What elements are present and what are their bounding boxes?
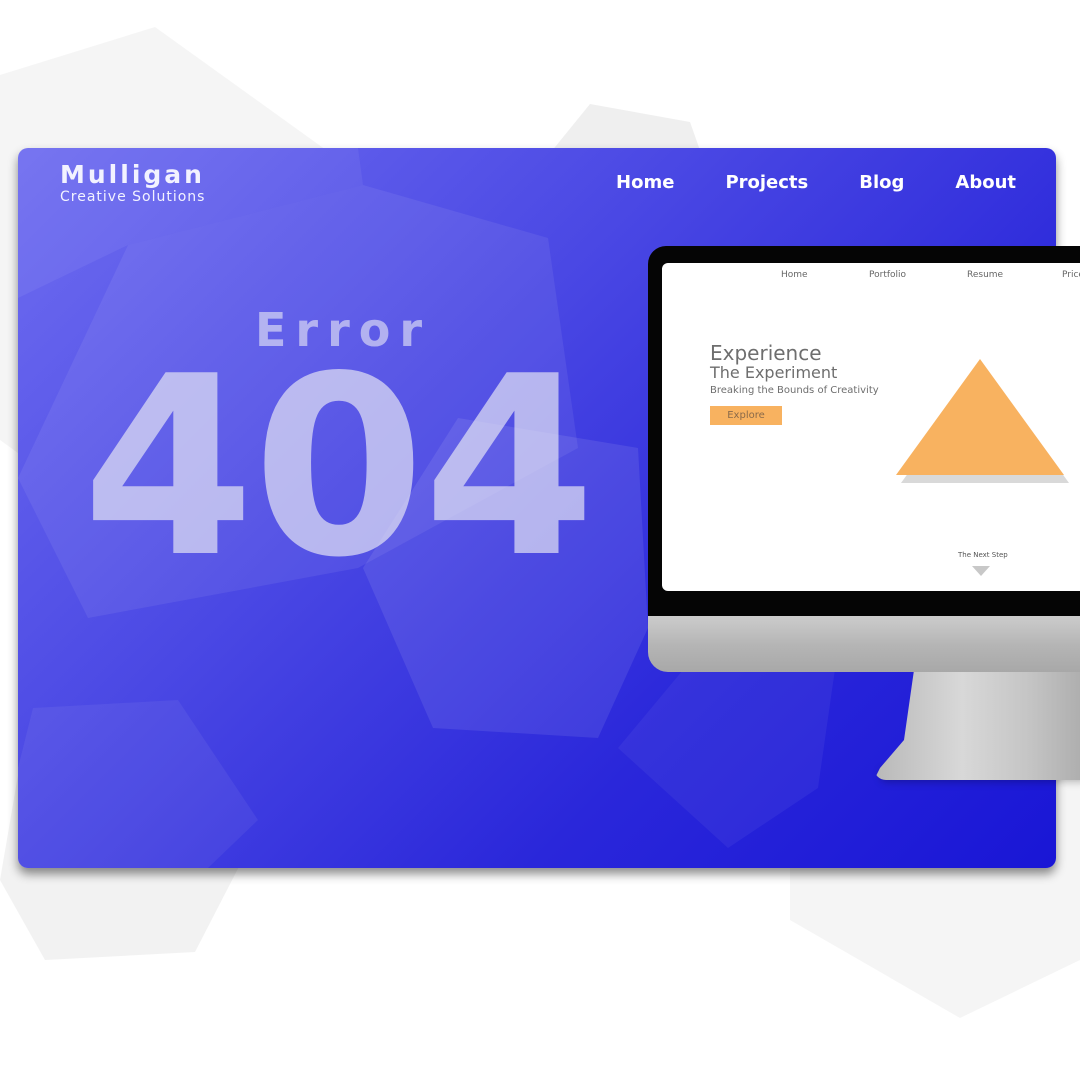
mockup-subtitle: The Experiment (710, 363, 838, 382)
mockup-nav-resume: Resume (967, 270, 1004, 280)
chevron-down-icon (972, 566, 990, 576)
mockup-triangle-graphic (896, 359, 1069, 483)
brand-tagline: Creative Solutions (60, 189, 206, 205)
mockup-nav-home: Home (781, 270, 808, 280)
monitor-bezel: Home Portfolio Resume Price Experience T… (648, 246, 1080, 616)
monitor-chin (648, 612, 1080, 672)
mockup-nav-price: Price (1062, 270, 1080, 280)
brand-name: Mulligan (60, 160, 205, 189)
monitor-stand (874, 670, 1080, 780)
mockup-next-step: The Next Step (958, 551, 1008, 559)
nav-link-about[interactable]: About (955, 172, 1016, 193)
brand-logo[interactable]: Mulligan Creative Solutions (60, 160, 205, 205)
mockup-title: Experience (710, 341, 822, 365)
monitor-screen: Home Portfolio Resume Price Experience T… (662, 263, 1080, 591)
nav-link-home[interactable]: Home (616, 172, 674, 193)
main-nav: Home Projects Blog About (565, 172, 1016, 193)
mockup-tagline: Breaking the Bounds of Creativity (710, 385, 879, 396)
error-code: 404 (82, 324, 596, 612)
nav-link-blog[interactable]: Blog (859, 172, 904, 193)
mockup-explore-button: Explore (710, 406, 782, 425)
card-hexagon (18, 700, 258, 868)
nav-link-projects[interactable]: Projects (725, 172, 808, 193)
monitor-mockup: Home Portfolio Resume Price Experience T… (648, 246, 1080, 786)
mockup-nav-portfolio: Portfolio (869, 270, 907, 280)
